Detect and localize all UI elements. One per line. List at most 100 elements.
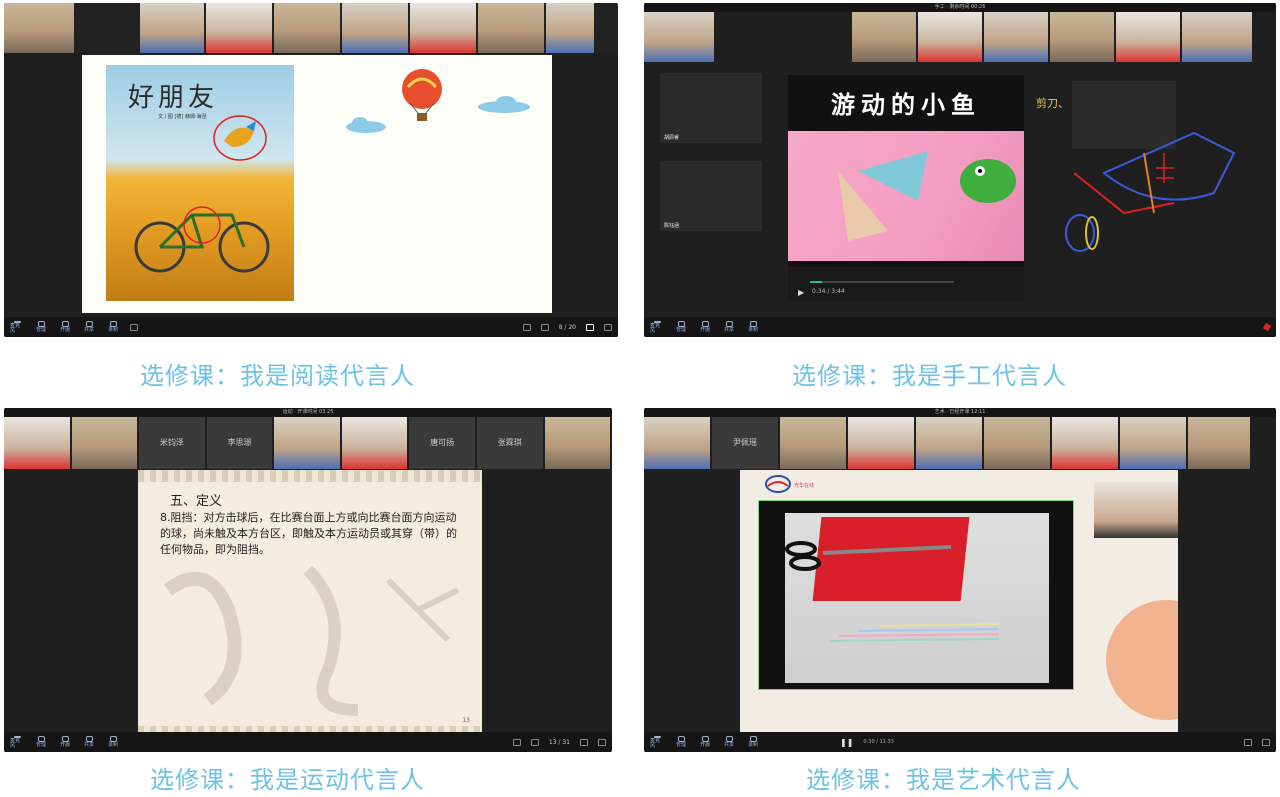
ink-wash-background <box>163 565 460 716</box>
participant-tile[interactable] <box>1052 417 1118 469</box>
manage-button[interactable]: 管理 <box>34 736 48 748</box>
participant-tile[interactable] <box>206 3 272 53</box>
page-indicator: 13 / 31 <box>548 738 570 746</box>
camera-button[interactable]: 开摄 <box>58 321 72 333</box>
fullscreen-icon[interactable] <box>1262 738 1270 746</box>
participant-tile[interactable] <box>1188 417 1250 469</box>
participant-tile[interactable] <box>71 417 138 469</box>
slide-heading: 五、定义 <box>170 494 223 509</box>
participant-tile[interactable] <box>140 3 204 53</box>
layout-icon[interactable] <box>130 323 138 331</box>
participant-tile[interactable] <box>644 417 710 469</box>
fullscreen-icon[interactable] <box>604 323 612 331</box>
video-progress-bar[interactable] <box>810 281 954 283</box>
class-timer: 手工 · 剩余时间 00:26 <box>644 3 1276 12</box>
caption-art: 选修课：我是艺术代言人 <box>806 766 1081 794</box>
shared-screen: 光华在线 <box>740 470 1178 732</box>
participant-tile[interactable] <box>342 3 408 53</box>
logo-text: 光华在线 <box>794 483 815 489</box>
reading-class-screenshot: 好朋友 文 / 图 [德] 赫姆·海涅 麦克风 管理 开摄 共享 录制 8 / … <box>4 3 618 337</box>
school-logo-icon <box>765 475 791 493</box>
meeting-toolbar: 麦克风 管理 开摄 共享 录制 13 / 31 <box>4 732 612 752</box>
book-cover: 好朋友 文 / 图 [德] 赫姆·海涅 <box>106 65 294 301</box>
meeting-toolbar: 麦克风 管理 开摄 共享 录制 ❚❚ 0:30 / 11:33 <box>644 732 1276 752</box>
participant-tile[interactable] <box>478 3 544 53</box>
participant-tile[interactable]: 米钧泽 <box>139 417 205 469</box>
share-button[interactable]: 共享 <box>82 321 96 333</box>
pen-icon[interactable] <box>1262 322 1272 332</box>
record-button[interactable]: 录制 <box>106 321 120 333</box>
video-player[interactable] <box>758 500 1074 690</box>
fullscreen-icon[interactable] <box>598 738 606 746</box>
video-title: 游动的小鱼 <box>831 91 981 119</box>
book-authors: 文 / 图 [德] 赫姆·海涅 <box>158 114 207 120</box>
pause-icon[interactable]: ❚❚ <box>840 738 853 747</box>
student-video-tile[interactable]: 胡辰睿 <box>660 73 762 143</box>
mic-button[interactable]: 麦克风 <box>10 736 24 749</box>
participant-tile[interactable] <box>644 12 714 62</box>
next-page-icon[interactable] <box>586 323 594 331</box>
camera-button[interactable]: 开摄 <box>698 736 712 748</box>
manage-button[interactable]: 管理 <box>674 736 688 748</box>
next-page-icon[interactable] <box>580 738 588 746</box>
participant-tile[interactable] <box>984 417 1050 469</box>
caption-sports: 选修课：我是运动代言人 <box>150 766 425 794</box>
rooster-illustration <box>213 115 267 161</box>
participant-tile[interactable]: 李思璟 <box>206 417 273 469</box>
participant-tile[interactable] <box>918 12 982 62</box>
decor-circle <box>1106 600 1178 720</box>
participant-tile[interactable] <box>1182 12 1252 62</box>
window-icon[interactable] <box>512 738 521 746</box>
participant-tile[interactable] <box>848 417 914 469</box>
share-button[interactable]: 共享 <box>82 736 96 748</box>
art-class-screenshot: 艺术 · 已经开课 12:11 尹佩瑶 光华在线 麦克风 管理 开摄 共享 录制… <box>644 408 1276 752</box>
meeting-toolbar: 麦克风 管理 开摄 共享 录制 8 / 20 <box>4 317 618 337</box>
participant-tile[interactable] <box>76 3 138 53</box>
participant-tile[interactable] <box>1120 417 1186 469</box>
participant-tile[interactable] <box>1116 12 1180 62</box>
cloud-illustration <box>478 96 530 113</box>
mic-button[interactable]: 麦克风 <box>10 321 24 334</box>
volume-icon[interactable] <box>530 738 539 746</box>
teacher-video-tile[interactable] <box>1094 482 1178 538</box>
participant-tile[interactable] <box>544 417 611 469</box>
shared-slide: 五、定义 8.阻挡：对方击球后，在比赛台面上方或向比赛台面方向运动的球，尚未触及… <box>138 470 482 736</box>
participant-tile[interactable] <box>916 417 982 469</box>
mic-button[interactable]: 麦克风 <box>650 736 664 749</box>
video-time: 0:34 / 3:44 <box>812 288 845 295</box>
scissors-illustration <box>785 541 952 571</box>
participant-strip <box>4 3 618 53</box>
share-button[interactable]: 共享 <box>722 321 736 333</box>
slide-page-number: 13 <box>462 717 470 724</box>
manage-button[interactable]: 管理 <box>34 321 48 333</box>
record-button[interactable]: 录制 <box>746 321 760 333</box>
volume-icon[interactable] <box>540 323 549 331</box>
participant-tile[interactable] <box>274 3 340 53</box>
participant-tile[interactable] <box>4 3 74 53</box>
participant-tile[interactable] <box>341 417 408 469</box>
participant-tile[interactable] <box>984 12 1048 62</box>
play-icon[interactable]: ▶ <box>798 288 804 297</box>
participant-tile[interactable] <box>780 417 846 469</box>
share-button[interactable]: 共享 <box>722 736 736 748</box>
participant-tile[interactable]: 张霖琪 <box>476 417 543 469</box>
participant-tile[interactable]: 尹佩瑶 <box>712 417 778 469</box>
video-player[interactable]: 游动的小鱼 0:34 / 3:44 ▶ <box>788 75 1024 301</box>
student-video-tile[interactable]: 陈钰涵 <box>660 161 762 231</box>
participant-tile[interactable]: 唐可扬 <box>409 417 475 469</box>
participant-tile[interactable] <box>274 417 340 469</box>
volume-icon[interactable] <box>1244 738 1252 746</box>
slide-body-text: 8.阻挡：对方击球后，在比赛台面上方或向比赛台面方向运动的球，尚未触及本方台区，… <box>160 511 457 556</box>
participant-tile[interactable] <box>410 3 476 53</box>
participant-tile[interactable] <box>852 12 916 62</box>
record-button[interactable]: 录制 <box>106 736 120 748</box>
camera-button[interactable]: 开摄 <box>58 736 72 748</box>
camera-button[interactable]: 开摄 <box>698 321 712 333</box>
window-icon[interactable] <box>522 323 531 331</box>
manage-button[interactable]: 管理 <box>674 321 688 333</box>
mic-button[interactable]: 麦克风 <box>650 321 664 334</box>
participant-tile[interactable] <box>4 417 70 469</box>
record-button[interactable]: 录制 <box>746 736 760 748</box>
participant-tile[interactable] <box>1050 12 1114 62</box>
participant-tile[interactable] <box>546 3 594 53</box>
